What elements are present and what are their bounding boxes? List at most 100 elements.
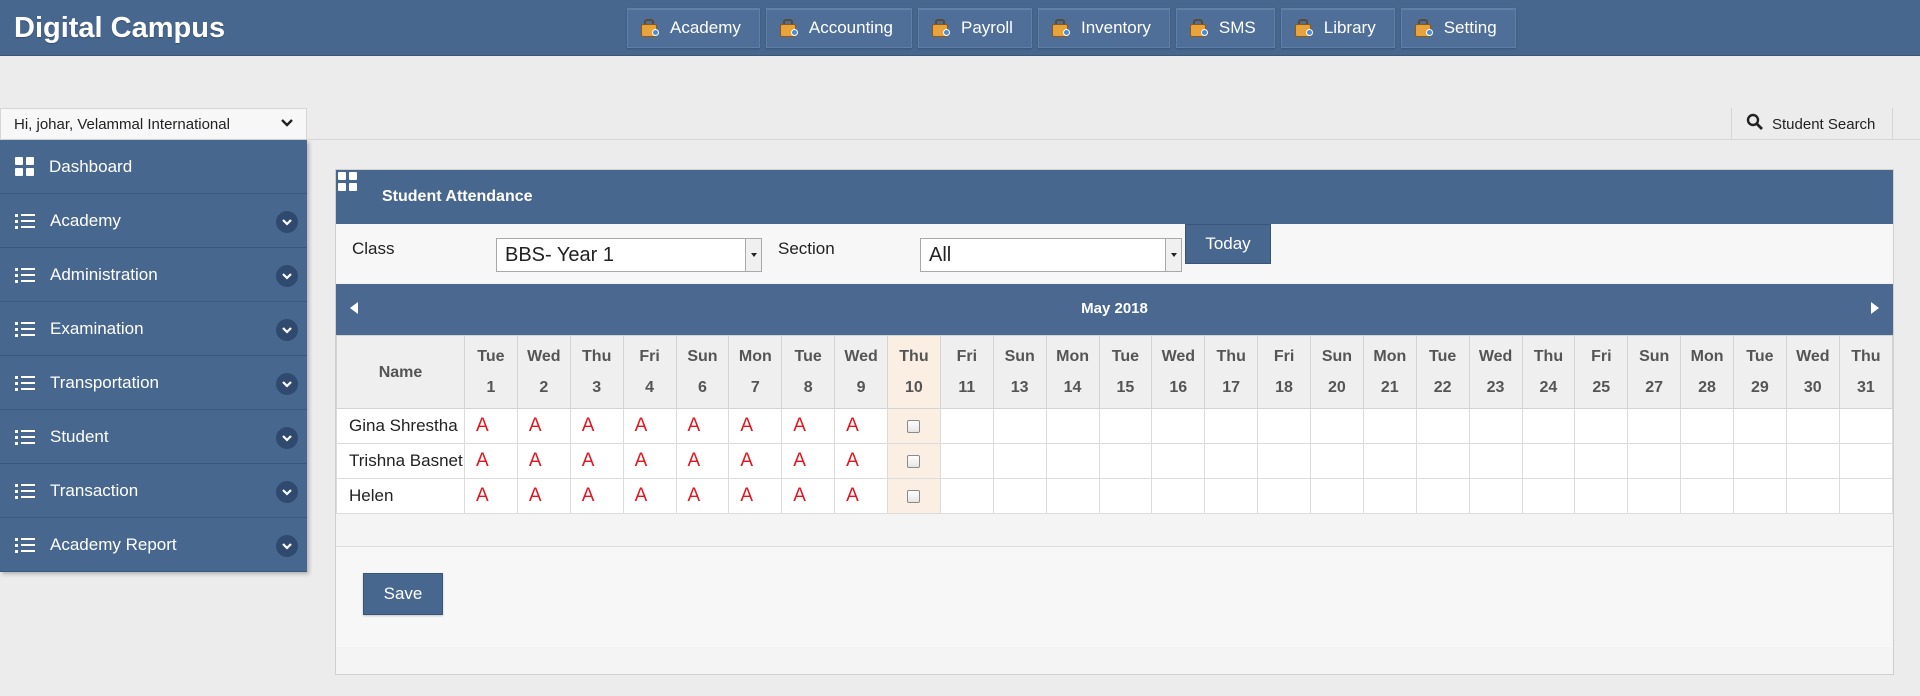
day-column-header: Fri 18 [1257,335,1311,409]
attendance-checkbox[interactable] [907,419,921,433]
student-search-button[interactable]: Student Search [1731,108,1893,140]
attendance-cell[interactable]: A [464,443,518,479]
table-row: Helen A A A A A A A A [336,478,1894,514]
day-column-header: Fri 11 [939,335,994,409]
attendance-cell[interactable]: A [516,478,571,514]
list-icon [15,213,35,229]
attendance-cell[interactable]: A [834,443,888,479]
attendance-cell[interactable]: A [516,443,571,479]
attendance-cell[interactable]: A [569,443,624,479]
attendance-cell[interactable]: A [516,408,571,444]
attendance-cell [1204,478,1259,514]
attendance-cell [1151,408,1206,444]
topnav-button[interactable]: Library [1280,8,1395,48]
attendance-cell[interactable]: A [781,408,836,444]
today-button[interactable]: Today [1185,224,1271,264]
attendance-cell [1838,408,1894,444]
topnav-button[interactable]: Payroll [918,8,1032,48]
next-month-icon[interactable] [1871,302,1879,314]
day-column-header: Mon 14 [1045,335,1100,409]
search-icon [1746,113,1764,135]
day-of-week: Thu [1851,348,1881,365]
day-column-header: Sun 13 [992,335,1047,409]
day-number: 3 [592,379,602,396]
attendance-cell [1521,443,1576,479]
day-column-header: Tue 22 [1415,335,1470,409]
briefcase-icon [1294,18,1314,38]
attendance-cell [1415,443,1470,479]
save-button[interactable]: Save [363,573,443,615]
list-icon [15,321,35,337]
attendance-checkbox[interactable] [907,489,921,503]
chevron-down-icon[interactable] [276,535,298,557]
absent-mark: A [687,450,701,471]
chevron-down-icon[interactable] [276,319,298,341]
sidebar-item[interactable]: Administration [0,248,307,302]
sidebar-item[interactable]: Transaction [0,464,307,518]
day-column-header: Thu 31 [1838,335,1894,409]
chevron-down-icon[interactable] [276,211,298,233]
attendance-cell[interactable]: A [569,408,624,444]
sidebar-item[interactable]: Academy Report [0,518,307,572]
attendance-cell [1733,408,1787,444]
user-menu[interactable]: Hi, johar, Velammal International [0,108,307,140]
absent-mark: A [581,450,595,471]
attendance-cell [992,443,1047,479]
day-of-week: Fri [1591,348,1612,365]
attendance-cell[interactable]: A [675,478,730,514]
day-number: 2 [539,379,549,396]
day-column-header: Wed 16 [1151,335,1206,409]
attendance-cell[interactable]: A [781,443,836,479]
attendance-cell[interactable]: A [464,408,518,444]
attendance-cell [1415,478,1470,514]
attendance-cell[interactable]: A [728,408,783,444]
topnav-button[interactable]: Setting [1400,8,1516,48]
attendance-cell[interactable]: A [728,443,783,479]
class-select-value: BBS- Year 1 [505,243,614,266]
attendance-cell[interactable]: A [464,478,518,514]
sidebar-item[interactable]: Dashboard [0,140,307,194]
sidebar-item[interactable]: Transportation [0,356,307,410]
day-number: 30 [1803,379,1822,396]
topnav-label: Accounting [808,18,893,37]
attendance-cell[interactable]: A [834,478,888,514]
sidebar-item[interactable]: Student [0,410,307,464]
dropdown-arrow-icon [745,239,761,271]
topnav-button[interactable]: Inventory [1037,8,1170,48]
student-name: Trishna Basnet [336,443,465,479]
chevron-down-icon[interactable] [276,481,298,503]
sidebar-item[interactable]: Examination [0,302,307,356]
absent-mark: A [634,415,648,436]
day-of-week: Fri [639,348,660,365]
attendance-cell[interactable]: A [781,478,836,514]
chevron-down-icon [280,116,294,134]
topnav-button[interactable]: Accounting [765,8,912,48]
attendance-cell[interactable]: A [622,478,677,514]
attendance-cell [1310,408,1364,444]
day-column-header: Wed 23 [1468,335,1523,409]
list-icon [15,429,35,445]
attendance-cell[interactable]: A [834,408,888,444]
topnav-label: SMS [1218,18,1256,37]
attendance-cell[interactable]: A [622,443,677,479]
topnav-label: Library [1323,18,1376,37]
attendance-cell[interactable]: A [622,408,677,444]
attendance-cell[interactable]: A [675,408,730,444]
name-column-header: Name [336,335,465,409]
attendance-cell[interactable]: A [569,478,624,514]
topnav-button[interactable]: Academy [627,8,760,48]
chevron-down-icon[interactable] [276,373,298,395]
sidebar-item[interactable]: Academy [0,194,307,248]
attendance-checkbox[interactable] [907,454,921,468]
day-number: 10 [905,379,923,396]
topnav-button[interactable]: SMS [1175,8,1275,48]
attendance-cell[interactable]: A [675,443,730,479]
section-select[interactable]: All [920,238,1182,272]
chevron-down-icon[interactable] [276,427,298,449]
attendance-cell [1733,478,1787,514]
attendance-cell[interactable]: A [728,478,783,514]
day-number: 28 [1698,379,1716,396]
attendance-cell [1362,443,1417,479]
class-select[interactable]: BBS- Year 1 [496,238,762,272]
chevron-down-icon[interactable] [276,265,298,287]
